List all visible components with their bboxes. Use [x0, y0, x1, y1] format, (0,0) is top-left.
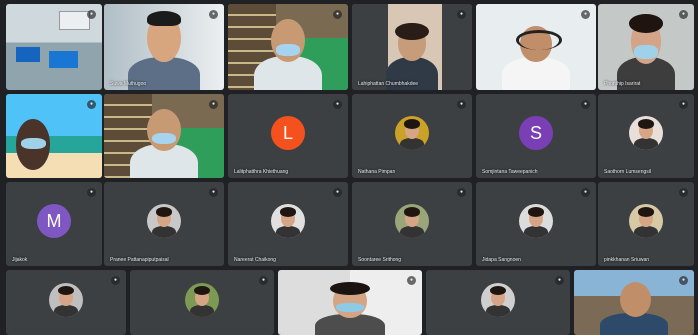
participant-name: Nareerat Chaikong — [234, 257, 276, 263]
mic-off-icon: ● — [457, 188, 466, 197]
avatar-initial: M — [37, 204, 71, 238]
participant-tile[interactable]: ● Saothorn Lumsengsil — [598, 94, 694, 178]
mic-off-icon: ● — [333, 100, 342, 109]
avatar-initial: S — [519, 116, 553, 150]
avatar — [271, 204, 305, 238]
mic-off-icon: ● — [209, 100, 218, 109]
avatar — [185, 282, 219, 317]
video-feed — [278, 270, 422, 335]
video-feed — [476, 4, 596, 90]
mic-off-icon: ● — [679, 188, 688, 197]
mic-off-icon: ● — [407, 276, 416, 285]
mic-off-icon: ● — [259, 276, 268, 285]
participant-tile[interactable]: ● — [228, 4, 348, 90]
participant-tile[interactable]: ● — [426, 270, 570, 335]
participant-name: Lahiphattan Chumbhakdee — [358, 81, 419, 87]
participant-name: pinkkhanan Sriuwan — [604, 257, 650, 263]
participant-grid: ● ● Suwa Muthugoo ● ● Lahiphattan Chumbhakdee… — [0, 0, 698, 335]
participant-name: Lalitphatthra Khiethuang — [234, 169, 289, 175]
participant-tile[interactable]: ● — [130, 270, 274, 335]
participant-name: Saothorn Lumsengsil — [604, 169, 651, 175]
video-feed — [104, 94, 224, 178]
mic-off-icon: ● — [457, 10, 466, 19]
mic-off-icon: ● — [87, 188, 96, 197]
participant-tile[interactable]: ● Phonthip Isarirat — [598, 4, 694, 90]
mic-off-icon: ● — [209, 188, 218, 197]
video-feed — [574, 270, 694, 335]
mic-off-icon: ● — [87, 100, 96, 109]
participant-name: Pranee Pattanapiputpaisal — [110, 257, 169, 263]
mic-off-icon: ● — [679, 100, 688, 109]
mic-off-icon: ● — [333, 10, 342, 19]
avatar — [395, 204, 429, 238]
mic-off-icon: ● — [333, 188, 342, 197]
avatar — [629, 116, 663, 150]
mic-off-icon: ● — [111, 276, 120, 285]
participant-tile[interactable]: ● Jidapa Sangnoen — [476, 182, 596, 266]
participant-name: Jijakok — [12, 257, 28, 263]
avatar-initial: L — [271, 116, 305, 150]
mic-off-icon: ● — [555, 276, 564, 285]
video-feed — [104, 4, 224, 90]
participant-tile[interactable]: ● Nathana Pimpan — [352, 94, 472, 178]
avatar — [395, 116, 429, 150]
participant-tile[interactable]: ● Pranee Pattanapiputpaisal — [104, 182, 224, 266]
participant-tile[interactable]: ● pinkkhanan Sriuwan — [598, 182, 694, 266]
video-feed — [352, 4, 472, 90]
avatar — [481, 282, 515, 317]
participant-tile[interactable]: L ● Lalitphatthra Khiethuang — [228, 94, 348, 178]
mic-off-icon: ● — [209, 10, 218, 19]
participant-tile[interactable]: M ● Jijakok — [6, 182, 102, 266]
mic-off-icon: ● — [87, 10, 96, 19]
participant-tile[interactable]: S ● Somjintana Taweepanich — [476, 94, 596, 178]
participant-name: Soontaree Srithong — [358, 257, 402, 263]
participant-tile[interactable]: ● — [476, 4, 596, 90]
participant-name: Jidapa Sangnoen — [482, 257, 521, 263]
mic-off-icon: ● — [581, 188, 590, 197]
participant-tile[interactable]: ● — [6, 4, 102, 90]
participant-tile[interactable]: ● Lahiphattan Chumbhakdee — [352, 4, 472, 90]
participant-tile[interactable]: ● Soontaree Srithong — [352, 182, 472, 266]
mic-off-icon: ● — [679, 10, 688, 19]
participant-name: Nathana Pimpan — [358, 169, 396, 175]
participant-tile[interactable]: ● — [574, 270, 694, 335]
mic-off-icon: ● — [581, 100, 590, 109]
participant-tile[interactable]: ● Suwa Muthugoo — [104, 4, 224, 90]
mic-off-icon: ● — [457, 100, 466, 109]
participant-name: Phonthip Isarirat — [604, 81, 641, 87]
participant-name: Somjintana Taweepanich — [482, 169, 538, 175]
mic-off-icon: ● — [581, 10, 590, 19]
avatar — [519, 204, 553, 238]
mic-off-icon: ● — [679, 276, 688, 285]
avatar — [147, 204, 181, 238]
participant-tile[interactable]: ● — [104, 94, 224, 178]
avatar — [49, 282, 83, 317]
participant-tile[interactable]: ● — [6, 270, 126, 335]
participant-tile[interactable]: ● Nareerat Chaikong — [228, 182, 348, 266]
participant-tile[interactable]: ● — [278, 270, 422, 335]
video-feed — [228, 4, 348, 90]
participant-tile[interactable]: ● — [6, 94, 102, 178]
avatar — [629, 204, 663, 238]
participant-name: Suwa Muthugoo — [110, 81, 147, 87]
